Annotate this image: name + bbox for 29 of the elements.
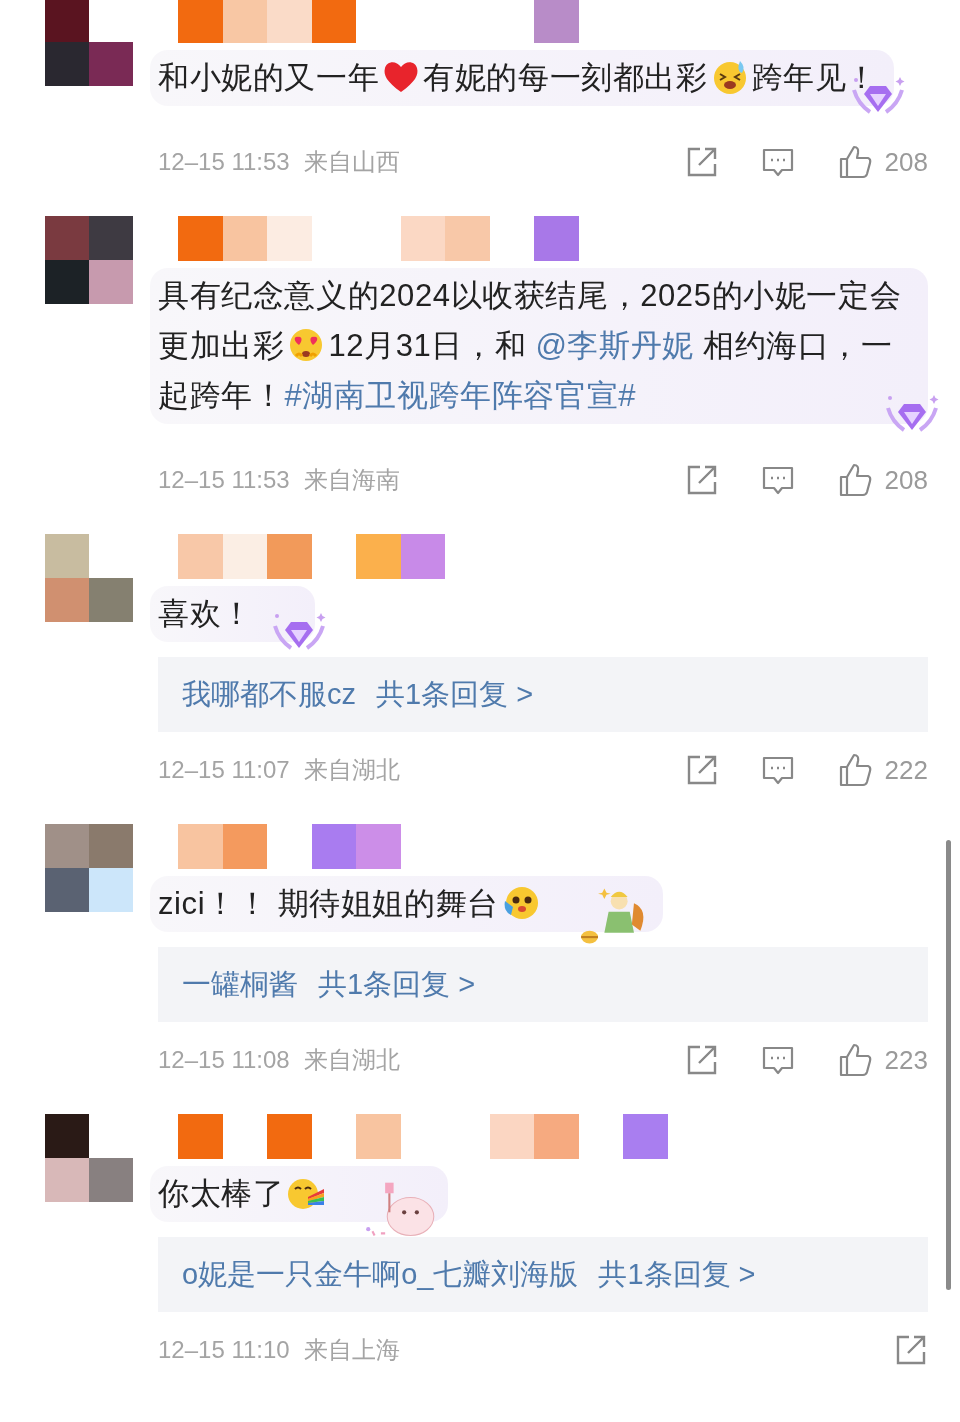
like-count: 222 xyxy=(884,754,928,786)
comment-time: 12–15 11:53 xyxy=(158,148,290,176)
comment-time: 12–15 11:53 xyxy=(158,466,290,494)
share-icon[interactable] xyxy=(894,1333,928,1367)
scrollbar[interactable] xyxy=(946,840,951,1290)
pixelated-avatar[interactable] xyxy=(45,216,133,304)
comment-time: 12–15 11:08 xyxy=(158,1046,290,1074)
comment-location: 来自海南 xyxy=(303,465,400,495)
comment-location: 来自山西 xyxy=(303,147,400,177)
pixelated-username[interactable] xyxy=(178,1114,668,1159)
replies-link[interactable]: o妮是一只金牛啊o_七瓣刘海版 共1条回复 > xyxy=(158,1237,928,1312)
comment-time: 12–15 11:10 xyxy=(158,1336,290,1364)
pixelated-avatar[interactable] xyxy=(45,1114,133,1202)
mention-link[interactable]: @李斯丹妮 xyxy=(535,328,694,363)
pixelated-username[interactable] xyxy=(178,0,579,43)
comment-location: 来自湖北 xyxy=(303,755,400,785)
like-count: 208 xyxy=(884,464,928,496)
hashtag-link[interactable]: #湖南卫视跨年阵容官宣# xyxy=(284,378,637,413)
replies-link[interactable]: 一罐桐酱 共1条回复 > xyxy=(158,947,928,1022)
comment-location: 来自湖北 xyxy=(303,1045,400,1075)
like-count: 223 xyxy=(884,1044,928,1076)
replies-link[interactable]: 我哪都不服cz 共1条回复 > xyxy=(158,657,928,732)
pixelated-username[interactable] xyxy=(178,216,579,261)
like-count: 208 xyxy=(884,146,928,178)
pixelated-username[interactable] xyxy=(178,534,445,579)
pixelated-avatar[interactable] xyxy=(45,0,133,86)
pixelated-username[interactable] xyxy=(178,824,401,869)
comment-time: 12–15 11:07 xyxy=(158,756,290,784)
comment-location: 来自上海 xyxy=(303,1335,400,1365)
